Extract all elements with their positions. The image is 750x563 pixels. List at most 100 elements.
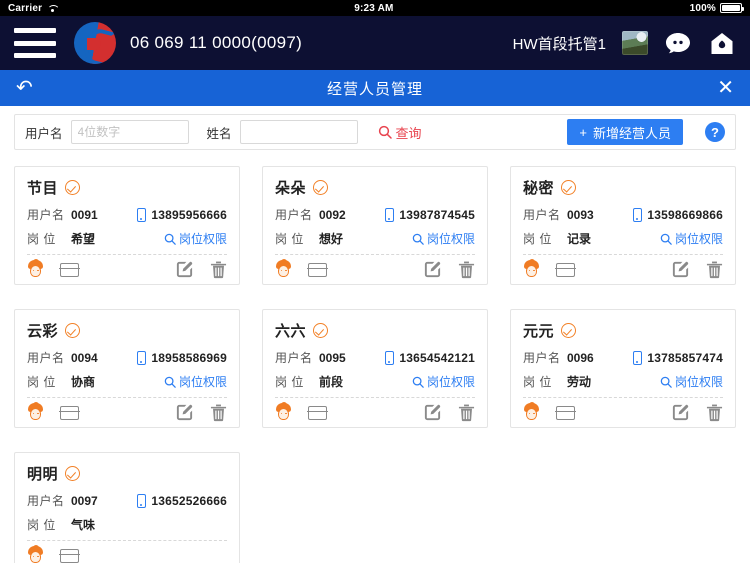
operator-name: 云彩 (27, 323, 59, 340)
operator-card[interactable]: 元元 用户名 0096 13785857474 岗 位 劳动 岗位权限 (510, 309, 736, 428)
username-value: 0097 (71, 493, 98, 508)
position-label: 岗 位 (275, 375, 304, 389)
position-permission-link[interactable]: 岗位权限 (412, 230, 475, 247)
phone-value: 18958586969 (151, 350, 227, 365)
search-icon (378, 125, 392, 139)
org-name-label: HW首段托管1 (512, 35, 606, 53)
battery-percent-label: 100% (689, 2, 716, 14)
name-input[interactable] (239, 120, 358, 144)
username-row: 用户名 0094 18958586969 (27, 349, 227, 366)
phone-group: 13598669866 (633, 207, 723, 222)
phone-group: 13987874545 (385, 207, 475, 222)
edit-icon[interactable] (423, 260, 442, 279)
position-permission-link[interactable]: 岗位权限 (412, 373, 475, 390)
search-button-label: 查询 (395, 125, 422, 141)
edit-icon[interactable] (423, 403, 442, 422)
username-filter-label: 用户名 (25, 126, 63, 141)
mobile-phone-icon (385, 207, 395, 222)
position-permission-link[interactable]: 岗位权限 (660, 230, 723, 247)
id-card-icon[interactable] (59, 405, 80, 420)
card-action-row (27, 398, 227, 427)
id-card-icon[interactable] (59, 548, 80, 563)
edit-icon[interactable] (175, 260, 194, 279)
username-label: 用户名 (27, 351, 65, 365)
person-icon[interactable] (275, 259, 292, 279)
position-label: 岗 位 (27, 375, 56, 389)
id-card-icon[interactable] (307, 405, 328, 420)
trash-icon[interactable] (458, 403, 475, 422)
search-button[interactable]: 查询 (378, 123, 422, 142)
back-arrow-icon[interactable]: ↶ (16, 78, 33, 98)
username-row: 用户名 0093 13598669866 (523, 206, 723, 223)
name-filter-label: 姓名 (206, 126, 232, 141)
card-header: 云彩 (27, 320, 227, 341)
username-value: 0095 (319, 350, 346, 365)
trash-icon[interactable] (706, 403, 723, 422)
person-icon[interactable] (27, 545, 44, 563)
filter-bar: 用户名 姓名 查询 + 新增经营人员 ? (14, 114, 736, 150)
operator-name: 节目 (27, 180, 59, 197)
edit-icon[interactable] (671, 260, 690, 279)
username-input[interactable] (70, 120, 189, 144)
hamburger-menu-icon[interactable] (14, 28, 56, 58)
position-permission-link[interactable]: 岗位权限 (164, 230, 227, 247)
app-header-right-group: HW首段托管1 (513, 29, 736, 57)
operator-card[interactable]: 秘密 用户名 0093 13598669866 岗 位 记录 岗位权限 (510, 166, 736, 285)
operator-card[interactable]: 云彩 用户名 0094 18958586969 岗 位 协商 岗位权限 (14, 309, 240, 428)
phone-value: 13987874545 (399, 207, 475, 222)
operator-card[interactable]: 六六 用户名 0095 13654542121 岗 位 前段 岗位权限 (262, 309, 488, 428)
person-icon[interactable] (523, 259, 540, 279)
operator-name: 六六 (275, 323, 307, 340)
user-avatar[interactable] (622, 31, 648, 55)
person-icon[interactable] (523, 402, 540, 422)
operator-name: 明明 (27, 466, 59, 483)
card-action-row (523, 255, 723, 284)
phone-value: 13654542121 (399, 350, 475, 365)
position-permission-link[interactable]: 岗位权限 (164, 373, 227, 390)
id-card-icon[interactable] (555, 262, 576, 277)
person-icon[interactable] (27, 259, 44, 279)
trash-icon[interactable] (706, 260, 723, 279)
mobile-phone-icon (633, 207, 643, 222)
add-operator-button[interactable]: + 新增经营人员 (567, 119, 683, 145)
person-icon[interactable] (275, 402, 292, 422)
person-icon[interactable] (27, 402, 44, 422)
trash-icon[interactable] (210, 403, 227, 422)
operator-card[interactable]: 朵朵 用户名 0092 13987874545 岗 位 想好 岗位权限 (262, 166, 488, 285)
search-icon (164, 233, 176, 245)
trash-icon[interactable] (458, 260, 475, 279)
card-header: 秘密 (523, 177, 723, 198)
position-value: 想好 (319, 232, 344, 246)
id-card-icon[interactable] (555, 405, 576, 420)
home-icon[interactable] (708, 29, 736, 57)
username-row: 用户名 0097 13652526666 (27, 492, 227, 509)
username-row: 用户名 0096 13785857474 (523, 349, 723, 366)
operator-card[interactable]: 节目 用户名 0091 13895956666 岗 位 希望 岗位权限 (14, 166, 240, 285)
username-label: 用户名 (275, 351, 313, 365)
username-label: 用户名 (523, 208, 561, 222)
search-icon (660, 376, 672, 388)
phone-value: 13895956666 (151, 207, 227, 222)
id-card-icon[interactable] (59, 262, 80, 277)
edit-icon[interactable] (671, 403, 690, 422)
username-label: 用户名 (27, 494, 65, 508)
search-icon (164, 376, 176, 388)
position-value: 前段 (319, 375, 344, 389)
id-card-icon[interactable] (307, 262, 328, 277)
trash-icon[interactable] (210, 260, 227, 279)
add-operator-label: 新增经营人员 (592, 125, 671, 141)
card-header: 节目 (27, 177, 227, 198)
help-icon[interactable]: ? (705, 122, 725, 142)
username-row: 用户名 0091 13895956666 (27, 206, 227, 223)
phone-value: 13652526666 (151, 493, 227, 508)
edit-icon[interactable] (175, 403, 194, 422)
chat-face-icon[interactable] (664, 29, 692, 57)
position-value: 希望 (71, 232, 96, 246)
username-value: 0096 (567, 350, 594, 365)
operator-card[interactable]: 明明 用户名 0097 13652526666 岗 位 气味 (14, 452, 240, 563)
position-permission-link[interactable]: 岗位权限 (660, 373, 723, 390)
close-icon[interactable]: ✕ (717, 78, 734, 98)
check-circle-icon (65, 323, 81, 338)
phone-group: 13785857474 (633, 350, 723, 365)
permission-group: 岗位权限 (164, 373, 227, 390)
